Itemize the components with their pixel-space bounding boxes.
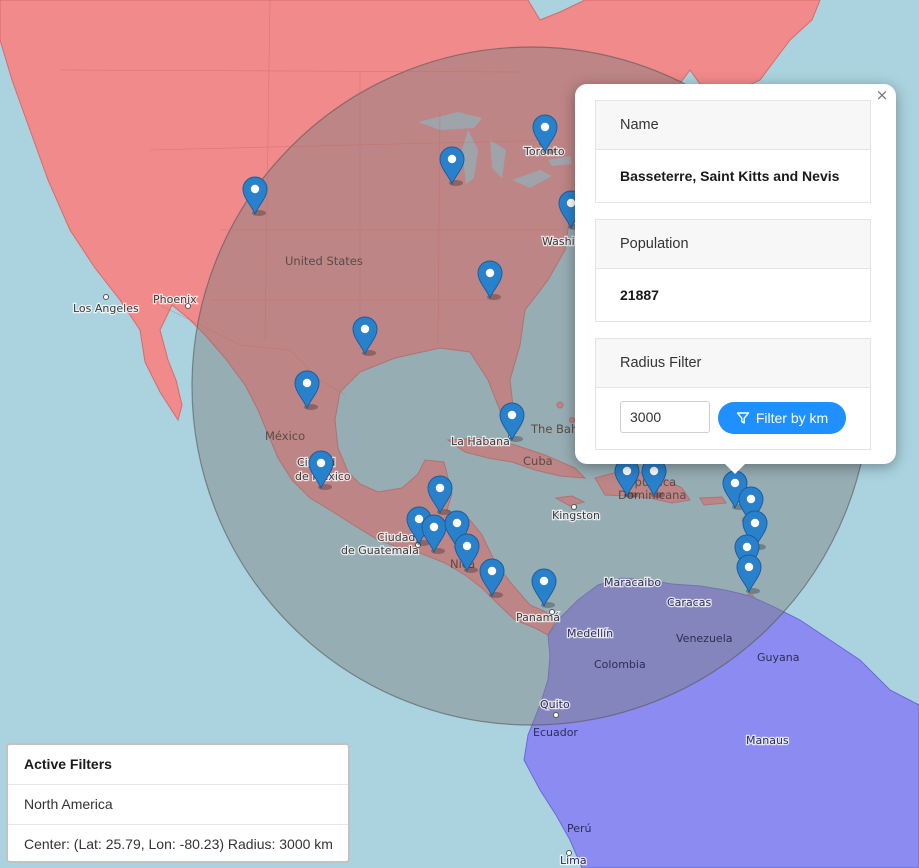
svg-text:de Guatemala: de Guatemala bbox=[341, 544, 419, 557]
svg-text:Ciudad: Ciudad bbox=[377, 531, 415, 544]
svg-text:Ecuador: Ecuador bbox=[533, 726, 578, 739]
close-icon[interactable]: × bbox=[874, 87, 890, 103]
svg-text:Kingston: Kingston bbox=[552, 509, 600, 522]
svg-text:Lima: Lima bbox=[560, 854, 587, 867]
svg-text:La Habana: La Habana bbox=[451, 435, 510, 448]
radius-filter-card: Radius Filter Filter by km bbox=[595, 338, 871, 450]
funnel-icon bbox=[736, 412, 750, 424]
svg-text:Guyana: Guyana bbox=[757, 651, 799, 664]
location-popup: × Name Basseterre, Saint Kitts and Nevis… bbox=[575, 84, 896, 474]
popup-tip bbox=[725, 464, 745, 474]
svg-text:Maracaibo: Maracaibo bbox=[604, 576, 661, 589]
svg-text:Colombia: Colombia bbox=[594, 658, 646, 671]
center-radius-filter: Center: (Lat: 25.79, Lon: -80.23) Radius… bbox=[24, 836, 333, 852]
svg-text:Washi: Washi bbox=[542, 235, 575, 248]
filter-button-label: Filter by km bbox=[755, 410, 829, 426]
svg-text:Manaus: Manaus bbox=[746, 734, 789, 747]
svg-text:Caracas: Caracas bbox=[667, 596, 711, 609]
svg-text:Medellín: Medellín bbox=[567, 627, 613, 640]
svg-text:Quito: Quito bbox=[540, 698, 570, 711]
svg-text:Cuba: Cuba bbox=[523, 454, 553, 468]
radius-input[interactable] bbox=[620, 401, 710, 433]
filter-by-km-button[interactable]: Filter by km bbox=[718, 402, 846, 434]
svg-text:Venezuela: Venezuela bbox=[676, 632, 733, 645]
name-card: Name Basseterre, Saint Kitts and Nevis bbox=[595, 100, 871, 203]
name-header: Name bbox=[596, 101, 870, 150]
svg-text:United States: United States bbox=[285, 254, 363, 268]
svg-text:Los Angeles: Los Angeles bbox=[73, 302, 139, 315]
active-filters-title: Active Filters bbox=[8, 745, 348, 785]
radius-filter-header: Radius Filter bbox=[596, 339, 870, 388]
svg-text:México: México bbox=[265, 429, 305, 443]
svg-text:Perú: Perú bbox=[567, 822, 592, 835]
population-value: 21887 bbox=[620, 287, 659, 303]
svg-text:Phoenix: Phoenix bbox=[153, 293, 197, 306]
svg-text:The Bah: The Bah bbox=[530, 422, 578, 436]
population-header: Population bbox=[596, 220, 870, 269]
region-filter: North America bbox=[8, 785, 348, 825]
active-filters-panel: Active Filters North America Center: (La… bbox=[6, 743, 350, 863]
population-card: Population 21887 bbox=[595, 219, 871, 322]
name-value: Basseterre, Saint Kitts and Nevis bbox=[620, 168, 840, 184]
